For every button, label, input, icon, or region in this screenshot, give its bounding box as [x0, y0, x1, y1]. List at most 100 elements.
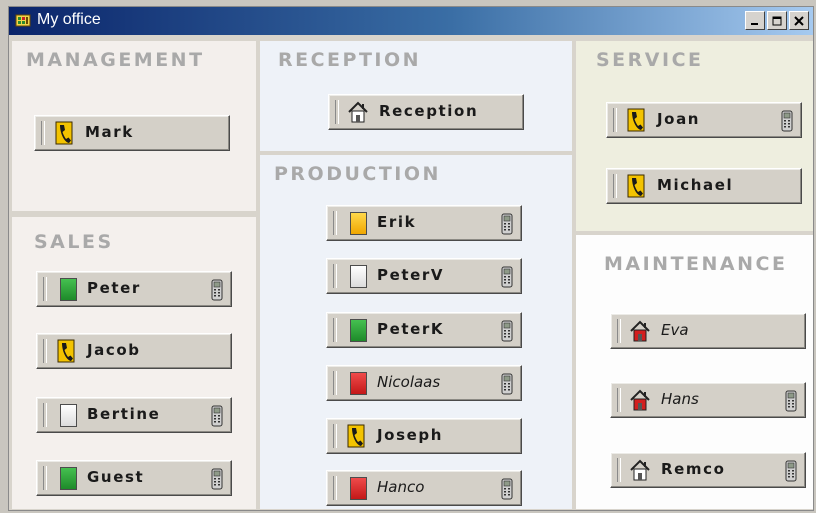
app-icon: [15, 14, 31, 27]
user-name: Nicolaas: [377, 373, 441, 391]
user-name: Guest: [87, 468, 145, 486]
status-green-icon: [60, 467, 77, 490]
mobile-phone-icon: [211, 468, 223, 490]
maximize-button[interactable]: [767, 11, 787, 30]
user-button-bertine[interactable]: Bertine: [36, 397, 232, 433]
app-window: My office MANAGEMENT Mark SALES Peter Jac…: [8, 6, 814, 511]
user-button-jacob[interactable]: Jacob: [36, 333, 232, 369]
user-button-peterk[interactable]: PeterK: [326, 312, 522, 348]
user-button-peterv[interactable]: PeterV: [326, 258, 522, 294]
drag-grip[interactable]: [617, 388, 621, 412]
panel-title-reception: RECEPTION: [278, 49, 422, 71]
drag-grip[interactable]: [333, 264, 337, 288]
user-name: Eva: [661, 321, 689, 339]
panel-title-maintenance: MAINTENANCE: [604, 253, 788, 275]
panel-sales: SALES Peter Jacob Bertine Guest: [12, 217, 256, 509]
minimize-button[interactable]: [745, 11, 765, 30]
panel-title-service: SERVICE: [596, 49, 704, 71]
user-button-peter[interactable]: Peter: [36, 271, 232, 307]
drag-grip[interactable]: [613, 108, 617, 132]
user-button-guest[interactable]: Guest: [36, 460, 232, 496]
user-name: Michael: [657, 176, 734, 194]
drag-grip[interactable]: [335, 100, 339, 124]
user-button-remco[interactable]: Remco: [610, 452, 806, 488]
status-red-icon: [350, 477, 367, 500]
panel-reception: RECEPTION Reception: [260, 41, 572, 151]
maximize-icon: [772, 16, 782, 25]
drag-grip[interactable]: [43, 403, 47, 427]
user-name: Remco: [661, 460, 726, 478]
phone-busy-icon: [55, 121, 73, 145]
drag-grip[interactable]: [613, 174, 617, 198]
user-button-eva[interactable]: Eva: [610, 313, 806, 349]
drag-grip[interactable]: [333, 318, 337, 342]
user-name: Joseph: [377, 426, 444, 444]
user-name: PeterV: [377, 266, 445, 284]
home-icon: [348, 101, 368, 123]
status-green-icon: [350, 319, 367, 342]
title-bar[interactable]: My office: [9, 7, 813, 35]
user-name: Bertine: [87, 405, 161, 423]
mobile-phone-icon: [785, 460, 797, 482]
panel-title-production: PRODUCTION: [274, 163, 441, 185]
panel-production: PRODUCTION Erik PeterV PeterK Nicolaas Josep…: [260, 155, 572, 509]
minimize-icon: [751, 22, 758, 25]
phone-busy-icon: [57, 339, 75, 363]
mobile-phone-icon: [501, 266, 513, 288]
user-button-joseph[interactable]: Joseph: [326, 418, 522, 454]
home-away-icon: [630, 389, 650, 411]
drag-grip[interactable]: [333, 211, 337, 235]
user-button-hans[interactable]: Hans: [610, 382, 806, 418]
panel-maintenance: MAINTENANCE Eva Hans Remco: [576, 235, 813, 509]
mobile-phone-icon: [501, 320, 513, 342]
user-name: Reception: [379, 102, 479, 120]
status-yellow-icon: [350, 212, 367, 235]
drag-grip[interactable]: [41, 121, 45, 145]
home-away-icon: [630, 320, 650, 342]
panel-title-management: MANAGEMENT: [26, 49, 205, 71]
panel-title-sales: SALES: [34, 231, 114, 253]
user-name: Joan: [657, 110, 701, 128]
drag-grip[interactable]: [43, 466, 47, 490]
drag-grip[interactable]: [43, 277, 47, 301]
mobile-phone-icon: [501, 373, 513, 395]
user-button-joan[interactable]: Joan: [606, 102, 802, 138]
panel-service: SERVICE Joan Michael: [576, 41, 813, 231]
user-button-michael[interactable]: Michael: [606, 168, 802, 204]
user-name: Mark: [85, 123, 134, 141]
user-button-hanco[interactable]: Hanco: [326, 470, 522, 506]
user-name: Jacob: [87, 341, 141, 359]
status-white-icon: [60, 404, 77, 427]
user-name: PeterK: [377, 320, 445, 338]
user-button-erik[interactable]: Erik: [326, 205, 522, 241]
user-name: Hanco: [377, 478, 425, 496]
mobile-phone-icon: [785, 390, 797, 412]
mobile-phone-icon: [211, 405, 223, 427]
user-button-nicolaas[interactable]: Nicolaas: [326, 365, 522, 401]
phone-busy-icon: [347, 424, 365, 448]
mobile-phone-icon: [501, 478, 513, 500]
mobile-phone-icon: [501, 213, 513, 235]
user-button-mark[interactable]: Mark: [34, 115, 230, 151]
drag-grip[interactable]: [43, 339, 47, 363]
status-green-icon: [60, 278, 77, 301]
status-white-icon: [350, 265, 367, 288]
panel-management: MANAGEMENT Mark: [12, 41, 256, 211]
user-name: Peter: [87, 279, 141, 297]
user-name: Erik: [377, 213, 417, 231]
status-red-icon: [350, 372, 367, 395]
home-icon: [630, 459, 650, 481]
drag-grip[interactable]: [333, 371, 337, 395]
phone-busy-icon: [627, 174, 645, 198]
drag-grip[interactable]: [333, 424, 337, 448]
phone-busy-icon: [627, 108, 645, 132]
user-button-reception[interactable]: Reception: [328, 94, 524, 130]
drag-grip[interactable]: [333, 476, 337, 500]
mobile-phone-icon: [211, 279, 223, 301]
close-button[interactable]: [789, 11, 809, 30]
drag-grip[interactable]: [617, 458, 621, 482]
drag-grip[interactable]: [617, 319, 621, 343]
mobile-phone-icon: [781, 110, 793, 132]
window-title: My office: [37, 11, 101, 28]
close-icon: [794, 15, 804, 26]
